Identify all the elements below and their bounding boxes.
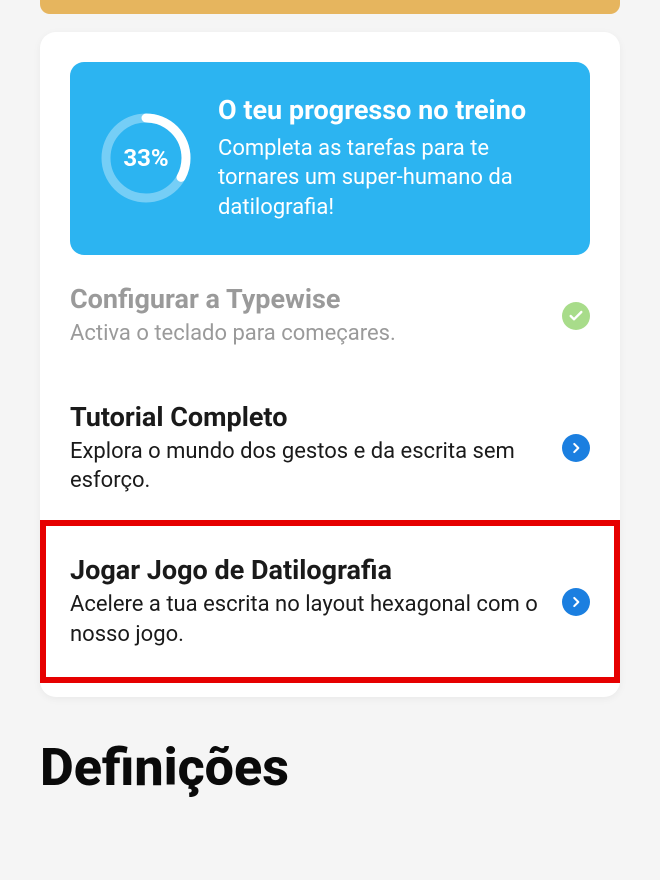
chevron-right-icon <box>562 434 590 462</box>
training-card: 33% O teu progresso no treino Completa a… <box>40 32 620 697</box>
task-content: Configurar a Typewise Activa o teclado p… <box>70 283 546 349</box>
task-content: Jogar Jogo de Datilografia Acelere a tua… <box>70 554 546 649</box>
task-content: Tutorial Completo Explora o mundo dos ge… <box>70 401 546 496</box>
progress-text-block: O teu progresso no treino Completa as ta… <box>218 94 562 223</box>
task-title: Tutorial Completo <box>70 401 546 433</box>
progress-description: Completa as tarefas para te tornares um … <box>218 134 562 223</box>
progress-title: O teu progresso no treino <box>218 94 562 128</box>
task-typing-game[interactable]: Jogar Jogo de Datilografia Acelere a tua… <box>70 526 590 677</box>
progress-percent-label: 33% <box>123 144 168 172</box>
chevron-right-icon <box>562 588 590 616</box>
progress-ring: 33% <box>98 110 194 206</box>
progress-box: 33% O teu progresso no treino Completa a… <box>70 62 590 255</box>
check-icon <box>562 302 590 330</box>
task-description: Acelere a tua escrita no layout hexagona… <box>70 590 546 649</box>
task-description: Explora o mundo dos gestos e da escrita … <box>70 437 546 496</box>
task-title: Configurar a Typewise <box>70 283 546 315</box>
highlight-annotation: Jogar Jogo de Datilografia Acelere a tua… <box>40 520 620 683</box>
section-heading-settings: Definições <box>40 737 620 798</box>
task-title: Jogar Jogo de Datilografia <box>70 554 546 586</box>
task-tutorial[interactable]: Tutorial Completo Explora o mundo dos ge… <box>70 373 590 520</box>
top-banner-remnant <box>40 0 620 14</box>
task-description: Activa o teclado para começares. <box>70 319 546 349</box>
task-configure[interactable]: Configurar a Typewise Activa o teclado p… <box>70 255 590 373</box>
